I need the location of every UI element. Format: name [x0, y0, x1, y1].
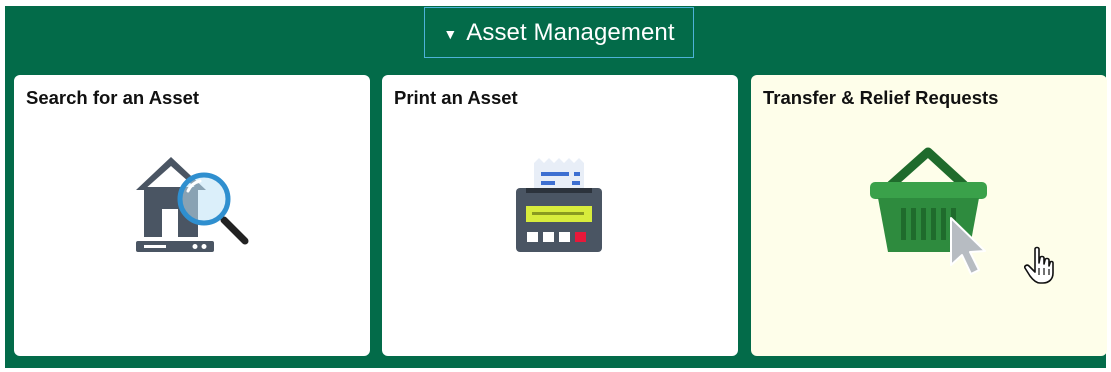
- tile-transfer-relief-requests[interactable]: Transfer & Relief Requests: [751, 75, 1107, 356]
- basket-icon: [870, 147, 987, 275]
- asset-management-group: ▼ Asset Management Search for an Asset P…: [5, 6, 1107, 368]
- tile-search-for-asset[interactable]: Search for an Asset: [14, 75, 370, 356]
- section-header-toggle[interactable]: ▼ Asset Management: [424, 7, 694, 58]
- tile-print-an-asset[interactable]: Print an Asset: [382, 75, 738, 356]
- printer-icon: [516, 158, 602, 252]
- hand-cursor-icon: [1024, 246, 1054, 284]
- caret-down-icon: ▼: [443, 25, 458, 42]
- section-title: Asset Management: [466, 18, 675, 46]
- house-search-icon: [136, 157, 249, 252]
